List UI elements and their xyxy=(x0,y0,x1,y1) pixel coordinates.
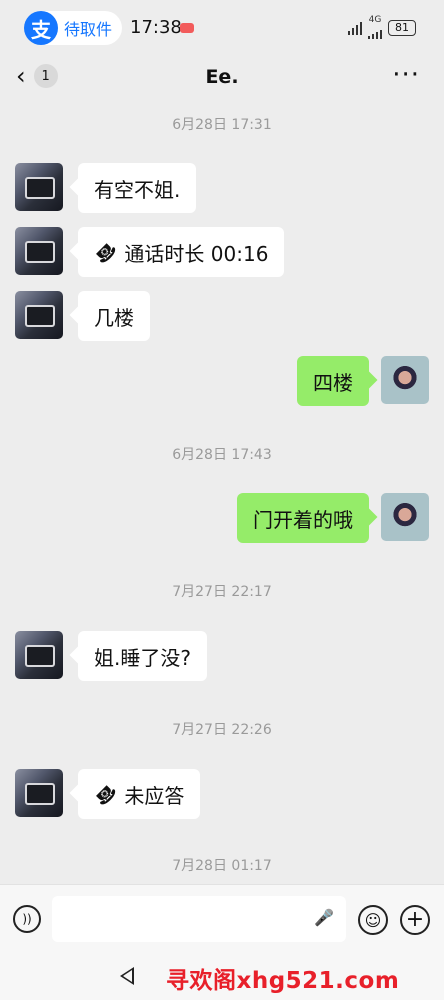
status-bar: 支 待取件 17:38 4G 81 xyxy=(0,0,444,56)
contact-avatar[interactable] xyxy=(15,227,63,275)
contact-avatar[interactable] xyxy=(15,291,63,339)
time-stamp: 7月27日 22:17 xyxy=(172,584,272,600)
signal-icon xyxy=(348,21,362,35)
self-avatar[interactable] xyxy=(381,493,429,541)
message-text: 有空不姐. xyxy=(94,177,181,202)
system-back-icon[interactable] xyxy=(120,967,134,985)
alipay-pickup-pill[interactable]: 支 待取件 xyxy=(24,11,122,45)
outgoing-message-bubble[interactable]: 四楼 xyxy=(297,356,369,406)
message-input-bar: )) 🎤 ☺ + xyxy=(0,884,444,955)
message-text: 门开着的哦 xyxy=(253,507,353,532)
message-text: 姐.睡了没? xyxy=(94,645,191,670)
outgoing-message-bubble[interactable]: 门开着的哦 xyxy=(237,493,369,543)
contact-avatar[interactable] xyxy=(15,163,63,211)
emoji-icon[interactable]: ☺ xyxy=(358,905,388,935)
time-stamp: 6月28日 17:43 xyxy=(172,447,272,463)
battery-icon: 81 xyxy=(388,19,416,36)
plus-icon[interactable]: + xyxy=(400,905,430,935)
signal-icon-2 xyxy=(368,25,382,39)
message-input[interactable]: 🎤 xyxy=(52,896,346,942)
contact-avatar[interactable] xyxy=(15,769,63,817)
incoming-call-record[interactable]: ☎ 通话时长 00:16 xyxy=(78,227,285,277)
self-avatar[interactable] xyxy=(381,356,429,404)
message-text: 未应答 xyxy=(124,783,185,808)
more-options-icon[interactable]: ··· xyxy=(392,60,420,90)
incoming-message-bubble[interactable]: 几楼 xyxy=(78,291,150,341)
status-time: 17:38 xyxy=(130,17,182,38)
time-stamp: 6月28日 17:31 xyxy=(172,117,272,133)
incoming-message-bubble[interactable]: 有空不姐. xyxy=(78,163,197,213)
time-stamp: 7月27日 22:26 xyxy=(172,722,272,738)
time-stamp: 7月28日 01:17 xyxy=(172,858,272,874)
system-navigation-bar: 寻欢阁xhg521.com xyxy=(0,955,444,1000)
contact-avatar[interactable] xyxy=(15,631,63,679)
pickup-label: 待取件 xyxy=(64,20,113,39)
incoming-call-record[interactable]: ☎ 未应答 xyxy=(78,769,201,819)
watermark-text: 寻欢阁xhg521.com xyxy=(166,968,400,994)
phone-icon: ☎ xyxy=(89,236,121,268)
chat-header: ‹ 1 Ee. ··· xyxy=(0,56,444,102)
alipay-icon: 支 xyxy=(24,11,58,45)
network-type-label: 4G xyxy=(368,15,382,25)
message-text: 四楼 xyxy=(313,370,353,395)
phone-icon: ☎ xyxy=(89,778,121,810)
notification-icon xyxy=(180,23,194,33)
voice-mode-icon[interactable]: )) xyxy=(13,905,41,933)
message-text: 通话时长 00:16 xyxy=(124,241,269,266)
microphone-icon[interactable]: 🎤 xyxy=(314,908,334,927)
message-text: 几楼 xyxy=(94,305,134,330)
chat-title: Ee. xyxy=(205,66,239,88)
status-indicators: 4G 81 xyxy=(348,16,416,39)
incoming-message-bubble[interactable]: 姐.睡了没? xyxy=(78,631,207,681)
